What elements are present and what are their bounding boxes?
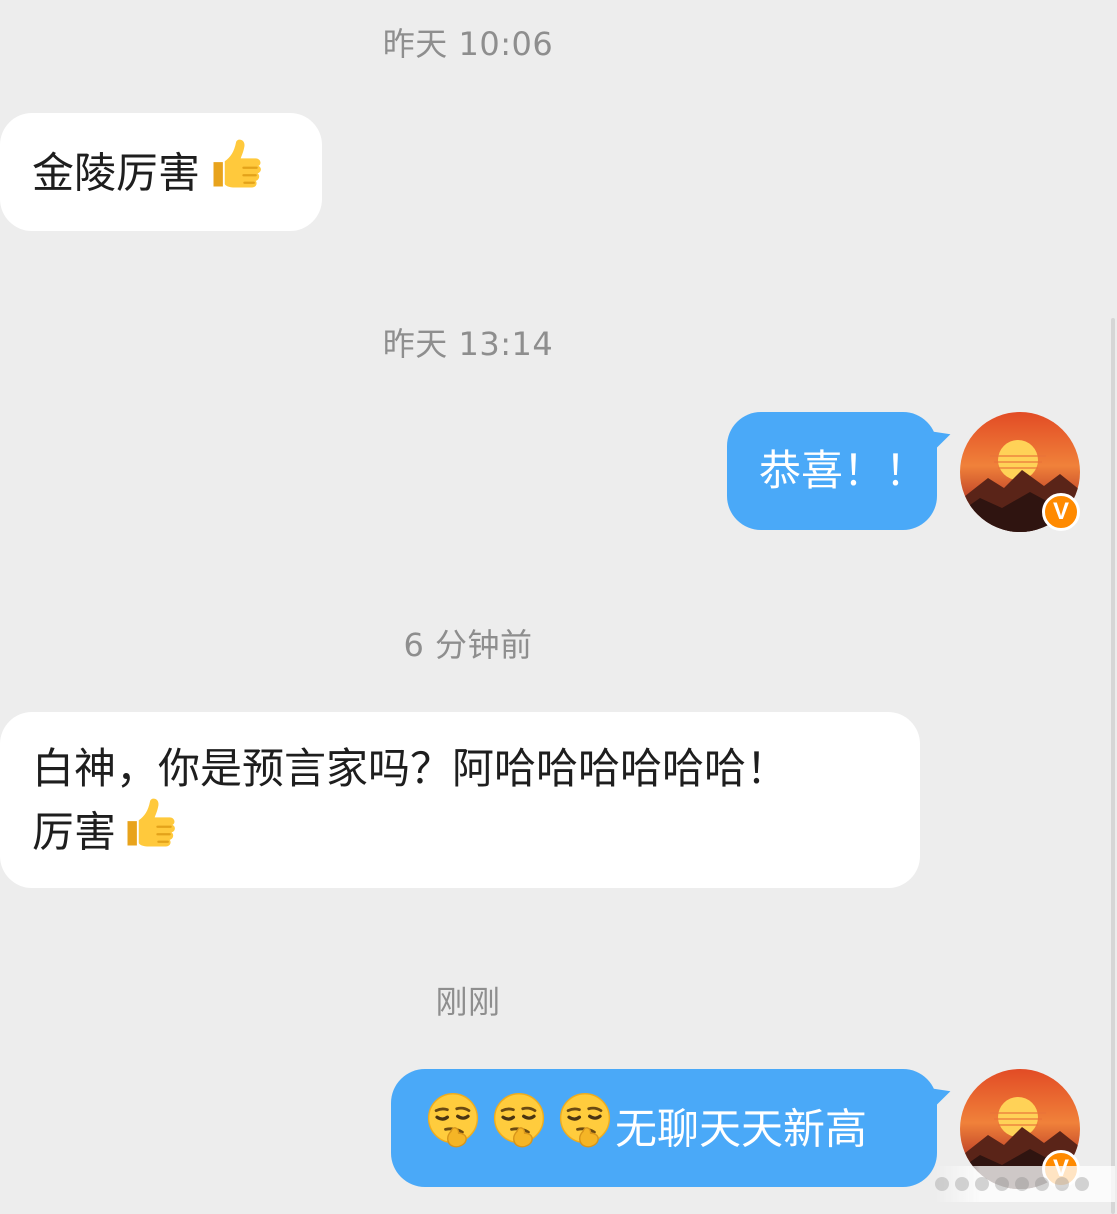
thumbs-up-icon [120, 793, 180, 869]
incoming-message-bubble[interactable]: 金陵厉害 [0, 113, 322, 231]
verified-badge-icon: V [1042, 493, 1080, 531]
message-text-line: 厉害 [32, 807, 117, 857]
smirking-face-icon [423, 1090, 483, 1166]
timestamp: 6 分钟前 [403, 626, 533, 664]
thumbs-up-icon [206, 134, 266, 210]
timestamp: 昨天 10:06 [382, 25, 554, 63]
incoming-message-bubble[interactable]: 白神，你是预言家吗？阿哈哈哈哈哈哈！ 厉害 [0, 712, 920, 888]
message-text: 金陵厉害 [32, 148, 201, 198]
bubble-tail [923, 1079, 955, 1111]
smirking-face-icon [555, 1090, 615, 1166]
message-text: 无聊天天新高 [615, 1104, 868, 1154]
message-text: 恭喜！！ [759, 446, 928, 495]
outgoing-message-bubble[interactable]: 恭喜！！ [727, 412, 955, 530]
outgoing-message-bubble[interactable]: 无聊天天新高 [391, 1069, 955, 1187]
scrollbar[interactable] [1111, 318, 1115, 1214]
bubble-tail [923, 422, 955, 454]
chat-message-list[interactable]: 昨天 10:06 金陵厉害 昨天 13:14 恭喜！！ V 6 分钟前 白神，你… [0, 0, 1117, 1214]
message-text-line: 白神，你是预言家吗？阿哈哈哈哈哈哈！ [32, 744, 789, 793]
watermark [935, 1166, 1115, 1202]
timestamp: 昨天 13:14 [382, 325, 554, 363]
timestamp: 刚刚 [435, 983, 501, 1021]
smirking-face-icon [489, 1090, 549, 1166]
